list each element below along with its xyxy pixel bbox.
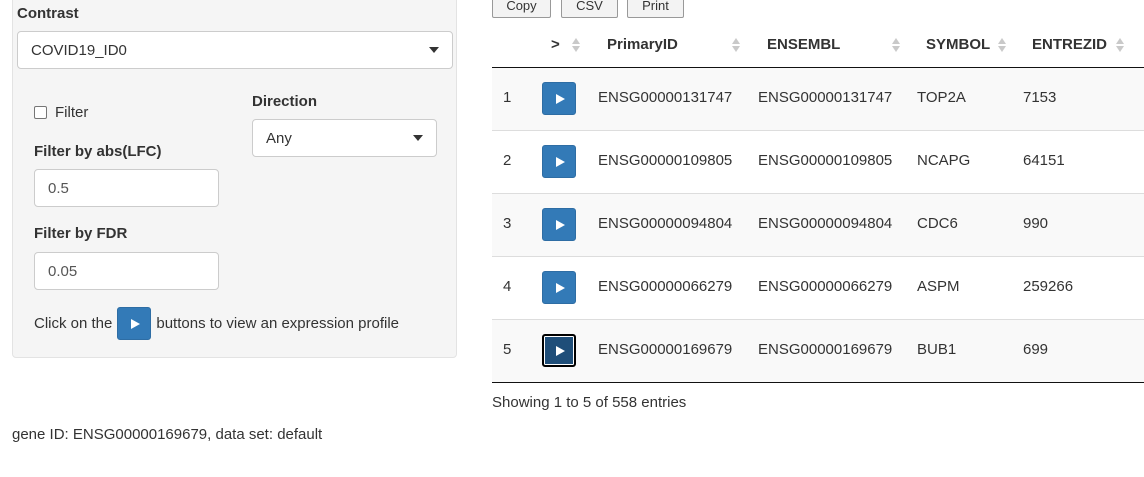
results-table: > PrimaryID ENSEMBL SYMBOL ENTREZID 1 EN… (492, 22, 1144, 383)
sort-icon[interactable] (732, 38, 740, 52)
cell-primaryid: ENSG00000094804 (598, 215, 733, 232)
cell-entrezid: 7153 (1023, 89, 1057, 106)
contrast-select[interactable]: COVID19_ID0 (17, 31, 453, 69)
column-header-expand[interactable]: > (551, 36, 560, 53)
table-row: 4 ENSG00000066279 ENSG00000066279 ASPM 2… (492, 257, 1144, 320)
cell-ensembl: ENSG00000131747 (758, 89, 893, 106)
cell-entrezid: 259266 (1023, 278, 1074, 295)
chevron-down-icon (429, 47, 439, 53)
selected-gene-text: gene ID: ENSG00000169679, data set: defa… (12, 426, 323, 443)
sort-icon[interactable] (572, 38, 580, 52)
direction-select[interactable]: Any (252, 119, 437, 157)
filter-checkbox-row[interactable]: Filter (34, 104, 88, 121)
table-info: Showing 1 to 5 of 558 entries (492, 394, 687, 411)
chevron-down-icon (413, 135, 423, 141)
direction-label: Direction (252, 93, 318, 110)
print-button[interactable]: Print (627, 0, 684, 18)
lfc-filter-input[interactable]: 0.5 (34, 169, 219, 207)
play-icon (555, 345, 565, 356)
row-index: 4 (503, 278, 512, 295)
expression-profile-button[interactable] (542, 271, 576, 304)
table-header: > PrimaryID ENSEMBL SYMBOL ENTREZID (492, 22, 1144, 68)
expression-profile-button[interactable] (542, 145, 576, 178)
row-index: 1 (503, 89, 512, 106)
cell-primaryid: ENSG00000066279 (598, 278, 733, 295)
table-row: 2 ENSG00000109805 ENSG00000109805 NCAPG … (492, 131, 1144, 194)
column-header-symbol[interactable]: SYMBOL (926, 36, 990, 53)
table-row: 5 ENSG00000169679 ENSG00000169679 BUB1 6… (492, 320, 1144, 383)
direction-value: Any (266, 129, 292, 147)
cell-entrezid: 699 (1023, 341, 1049, 358)
cell-symbol: CDC6 (917, 215, 958, 232)
expression-profile-button[interactable] (542, 334, 576, 367)
row-index: 2 (503, 152, 512, 169)
table-row: 1 ENSG00000131747 ENSG00000131747 TOP2A … (492, 68, 1144, 131)
lfc-filter-label: Filter by abs(LFC) (34, 143, 162, 160)
cell-ensembl: ENSG00000066279 (758, 278, 893, 295)
column-header-ensembl[interactable]: ENSEMBL (767, 36, 840, 53)
play-icon (555, 219, 565, 230)
filter-checkbox[interactable] (34, 106, 47, 119)
help-suffix: buttons to view an expression profile (156, 315, 400, 332)
fdr-filter-input[interactable]: 0.05 (34, 252, 219, 290)
help-text: Click on the buttons to view an expressi… (34, 307, 399, 340)
cell-ensembl: ENSG00000169679 (758, 341, 893, 358)
sort-icon[interactable] (892, 38, 900, 52)
csv-button[interactable]: CSV (561, 0, 618, 18)
expression-profile-button[interactable] (542, 82, 576, 115)
cell-symbol: NCAPG (917, 152, 971, 169)
filter-label: Filter (55, 104, 89, 121)
table-row: 3 ENSG00000094804 ENSG00000094804 CDC6 9… (492, 194, 1144, 257)
sort-icon[interactable] (998, 38, 1006, 52)
help-prefix: Click on the (34, 315, 113, 332)
cell-symbol: TOP2A (917, 89, 966, 106)
cell-symbol: BUB1 (917, 341, 957, 358)
column-header-primaryid[interactable]: PrimaryID (607, 36, 678, 53)
fdr-filter-label: Filter by FDR (34, 225, 128, 242)
play-icon (555, 282, 565, 293)
expression-profile-button[interactable] (542, 208, 576, 241)
cell-primaryid: ENSG00000131747 (598, 89, 733, 106)
contrast-label: Contrast (17, 5, 79, 22)
row-index: 3 (503, 215, 512, 232)
cell-primaryid: ENSG00000109805 (598, 152, 733, 169)
cell-primaryid: ENSG00000169679 (598, 341, 733, 358)
cell-entrezid: 64151 (1023, 152, 1065, 169)
sort-icon[interactable] (1116, 38, 1124, 52)
column-header-entrezid[interactable]: ENTREZID (1032, 36, 1107, 53)
row-index: 5 (503, 341, 512, 358)
cell-ensembl: ENSG00000109805 (758, 152, 893, 169)
cell-symbol: ASPM (917, 278, 960, 295)
play-icon (555, 156, 565, 167)
copy-button[interactable]: Copy (492, 0, 551, 18)
play-icon (555, 93, 565, 104)
help-play-button (117, 307, 152, 340)
cell-ensembl: ENSG00000094804 (758, 215, 893, 232)
contrast-value: COVID19_ID0 (31, 41, 127, 59)
play-icon (130, 318, 140, 329)
cell-entrezid: 990 (1023, 215, 1049, 232)
